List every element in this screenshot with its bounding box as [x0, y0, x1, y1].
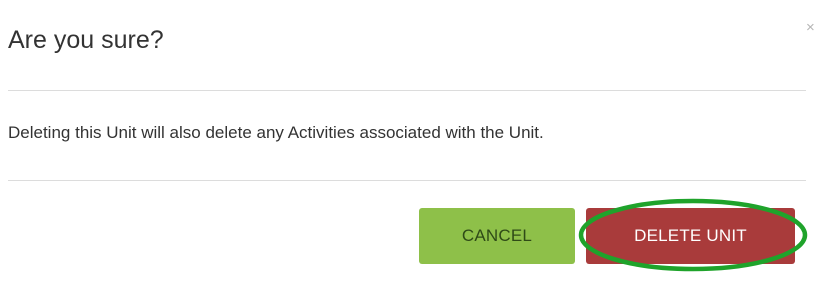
- confirm-delete-dialog: × Are you sure? Deleting this Unit will …: [0, 0, 823, 284]
- footer-divider: [8, 180, 806, 181]
- header-divider: [8, 90, 806, 91]
- dialog-title: Are you sure?: [8, 26, 164, 54]
- cancel-button[interactable]: CANCEL: [419, 208, 575, 264]
- dialog-message: Deleting this Unit will also delete any …: [8, 123, 544, 142]
- close-icon[interactable]: ×: [806, 20, 815, 35]
- delete-unit-button[interactable]: DELETE UNIT: [586, 208, 795, 264]
